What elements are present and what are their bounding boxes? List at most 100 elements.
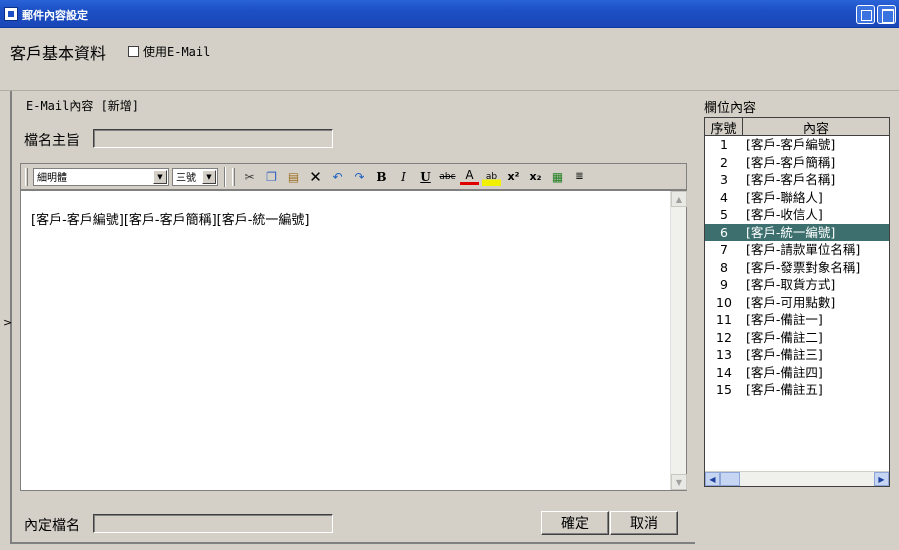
list-item[interactable]: 14 [客戶-備註四] bbox=[705, 364, 889, 382]
row-content: [客戶-客戶名稱] bbox=[746, 172, 836, 187]
field-list-horizontal-scrollbar[interactable]: ◀ ▶ bbox=[705, 471, 889, 486]
scroll-left-icon[interactable]: ◀ bbox=[705, 472, 720, 486]
row-number: 7 bbox=[720, 242, 728, 257]
editor-toolbar: 細明體 ▼ 三號 ▼ ✂ ❐ ▤ ✕ ↶ ↷ B I U abc A ab x²… bbox=[20, 163, 687, 190]
list-item[interactable]: 3 [客戶-客戶名稱] bbox=[705, 171, 889, 189]
maximize-button[interactable] bbox=[877, 5, 896, 24]
use-email-label: 使用E-Mail bbox=[143, 45, 211, 59]
use-email-checkbox[interactable]: 使用E-Mail bbox=[128, 43, 210, 60]
row-content: [客戶-收信人] bbox=[746, 207, 823, 222]
row-number: 9 bbox=[720, 277, 728, 292]
row-number: 3 bbox=[720, 172, 728, 187]
chevron-down-icon[interactable]: ▼ bbox=[153, 169, 167, 184]
field-list-header: 序號 內容 bbox=[705, 118, 889, 137]
font-name-value: 細明體 bbox=[37, 173, 67, 184]
toolbar-grip bbox=[25, 167, 28, 186]
row-content: [客戶-備註四] bbox=[746, 364, 823, 380]
page-title: 客戶基本資料 bbox=[10, 44, 107, 63]
checkbox-box[interactable] bbox=[128, 46, 139, 57]
scroll-thumb[interactable] bbox=[720, 472, 740, 486]
title-bar: 郵件內容設定 bbox=[0, 0, 899, 28]
cancel-button[interactable]: 取消 bbox=[610, 511, 678, 535]
chevron-down-icon[interactable]: ▼ bbox=[202, 169, 216, 184]
row-content: [客戶-發票對象名稱] bbox=[746, 259, 861, 275]
strikethrough-icon[interactable]: abc bbox=[438, 167, 457, 186]
row-content: [客戶-備註二] bbox=[746, 329, 823, 345]
delete-icon[interactable]: ✕ bbox=[306, 167, 325, 186]
field-list-rows: 1 [客戶-客戶編號] 2 [客戶-客戶簡稱] 3 [客戶-客戶名稱] 4 [客戶-聯絡人] 5… bbox=[705, 136, 889, 399]
scroll-right-icon[interactable]: ▶ bbox=[874, 472, 889, 486]
panel-expand-marker[interactable]: > bbox=[3, 316, 12, 329]
toolbar-grip bbox=[232, 167, 235, 186]
row-number: 11 bbox=[716, 312, 732, 327]
row-content: [客戶-可用點數] bbox=[746, 294, 836, 310]
italic-icon[interactable]: I bbox=[394, 167, 413, 186]
list-item[interactable]: 7 [客戶-請款單位名稱] bbox=[705, 241, 889, 259]
list-item[interactable]: 13 [客戶-備註三] bbox=[705, 346, 889, 364]
font-color-icon[interactable]: A bbox=[460, 168, 479, 185]
copy-icon[interactable]: ❐ bbox=[262, 167, 281, 186]
row-number: 8 bbox=[720, 259, 728, 275]
underline-icon[interactable]: U bbox=[416, 167, 435, 186]
row-number: 1 bbox=[720, 137, 728, 152]
list-item[interactable]: 12 [客戶-備註二] bbox=[705, 329, 889, 347]
bold-icon[interactable]: B bbox=[372, 167, 391, 186]
app-icon bbox=[4, 7, 18, 21]
list-item[interactable]: 5 [客戶-收信人] bbox=[705, 206, 889, 224]
row-content: [客戶-統一編號] bbox=[746, 224, 836, 240]
restore-button[interactable] bbox=[856, 5, 875, 24]
row-content: [客戶-聯絡人] bbox=[746, 189, 823, 205]
redo-icon[interactable]: ↷ bbox=[350, 167, 369, 186]
email-content-editor[interactable]: [客戶-客戶編號][客戶-客戶簡稱][客戶-統一編號] ▲ ▼ bbox=[20, 190, 687, 491]
col-header-no: 序號 bbox=[705, 118, 743, 137]
row-number: 6 bbox=[720, 224, 728, 240]
section-label: E-Mail內容 [新增] bbox=[26, 99, 140, 113]
row-number: 5 bbox=[720, 207, 728, 222]
list-item[interactable]: 8 [客戶-發票對象名稱] bbox=[705, 259, 889, 277]
undo-icon[interactable]: ↶ bbox=[328, 167, 347, 186]
row-content: [客戶-請款單位名稱] bbox=[746, 242, 861, 257]
field-list-title: 欄位內容 bbox=[704, 101, 757, 116]
row-number: 12 bbox=[716, 329, 732, 345]
list-item[interactable]: 1 [客戶-客戶編號] bbox=[705, 136, 889, 154]
confirm-button[interactable]: 確定 bbox=[541, 511, 609, 535]
row-number: 14 bbox=[716, 364, 732, 380]
editor-vertical-scrollbar[interactable]: ▲ ▼ bbox=[670, 191, 687, 490]
row-content: [客戶-取貨方式] bbox=[746, 277, 836, 292]
table-icon[interactable]: ▦ bbox=[548, 167, 567, 186]
row-number: 10 bbox=[716, 294, 732, 310]
template-input[interactable] bbox=[93, 514, 333, 533]
row-content: [客戶-備註五] bbox=[746, 382, 823, 397]
list-item[interactable]: 10 [客戶-可用點數] bbox=[705, 294, 889, 312]
row-content: [客戶-客戶簡稱] bbox=[746, 154, 836, 170]
list-item[interactable]: 2 [客戶-客戶簡稱] bbox=[705, 154, 889, 172]
superscript-icon[interactable]: x² bbox=[504, 167, 523, 186]
editor-content[interactable]: [客戶-客戶編號][客戶-客戶簡稱][客戶-統一編號] bbox=[31, 209, 310, 228]
subscript-icon[interactable]: x₂ bbox=[526, 167, 545, 186]
template-label: 內定檔名 bbox=[24, 518, 80, 534]
list-item[interactable]: 9 [客戶-取貨方式] bbox=[705, 276, 889, 294]
paste-icon[interactable]: ▤ bbox=[284, 167, 303, 186]
cut-icon[interactable]: ✂ bbox=[240, 167, 259, 186]
toolbar-separator bbox=[224, 166, 226, 187]
subject-input[interactable] bbox=[93, 129, 333, 148]
line-icon[interactable]: ≣ bbox=[570, 167, 589, 186]
row-content: [客戶-備註三] bbox=[746, 347, 823, 362]
row-number: 2 bbox=[720, 154, 728, 170]
row-number: 4 bbox=[720, 189, 728, 205]
list-item[interactable]: 15 [客戶-備註五] bbox=[705, 381, 889, 399]
list-item[interactable]: 4 [客戶-聯絡人] bbox=[705, 189, 889, 207]
window-title: 郵件內容設定 bbox=[22, 9, 88, 22]
col-header-content: 內容 bbox=[802, 122, 829, 137]
row-number: 15 bbox=[716, 382, 732, 397]
font-name-select[interactable]: 細明體 ▼ bbox=[33, 167, 169, 186]
font-size-select[interactable]: 三號 ▼ bbox=[172, 167, 218, 186]
field-list[interactable]: 序號 內容 1 [客戶-客戶編號] 2 [客戶-客戶簡稱] 3 [客戶-客戶名稱] 4 [客戶… bbox=[704, 117, 890, 487]
list-item[interactable]: 11 [客戶-備註一] bbox=[705, 311, 889, 329]
scroll-down-icon[interactable]: ▼ bbox=[671, 474, 687, 490]
list-item[interactable]: 6 [客戶-統一編號] bbox=[705, 223, 889, 241]
highlight-icon[interactable]: ab bbox=[482, 167, 501, 186]
row-content: [客戶-客戶編號] bbox=[746, 137, 836, 152]
subject-label: 檔名主旨 bbox=[24, 133, 80, 149]
scroll-up-icon[interactable]: ▲ bbox=[671, 191, 687, 207]
